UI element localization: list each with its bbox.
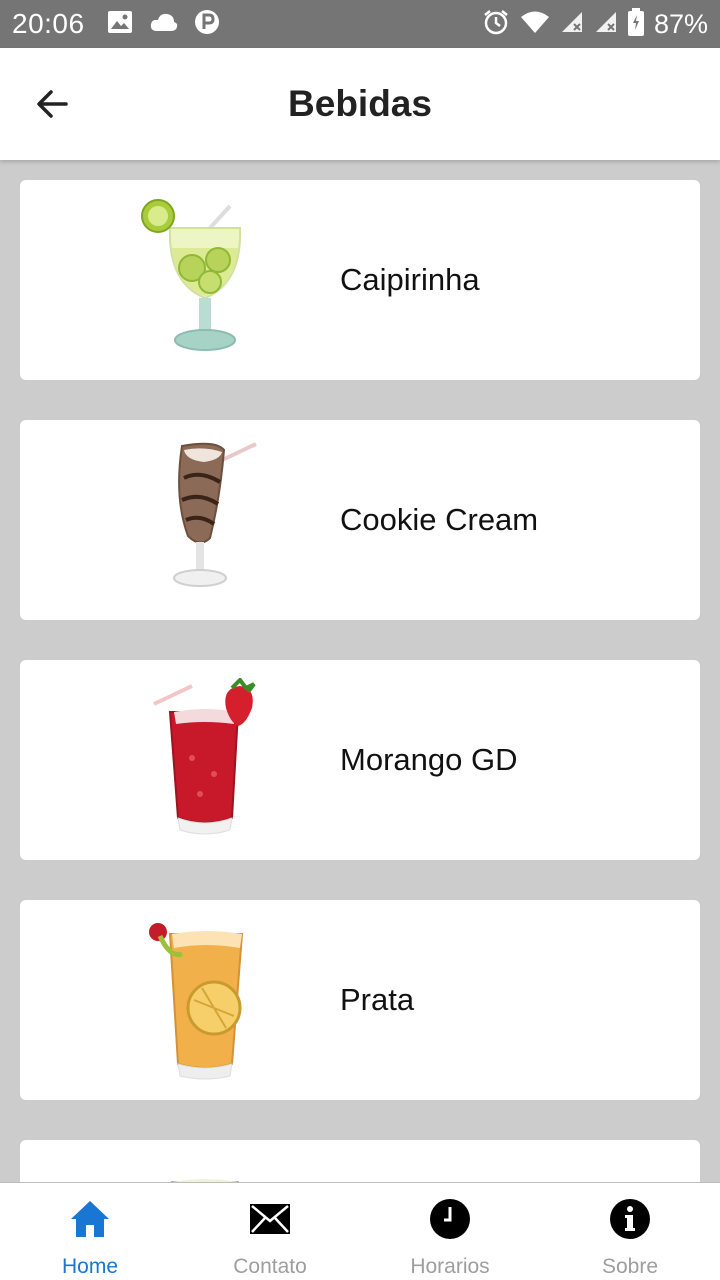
drink-card-partial[interactable] xyxy=(20,1140,700,1182)
status-right: 87% xyxy=(482,7,708,41)
nav-item-horarios[interactable]: Horarios xyxy=(360,1183,540,1280)
cookie-cream-image xyxy=(173,442,257,587)
image-icon xyxy=(107,10,133,39)
app-bar: Bebidas xyxy=(0,48,720,160)
drink-card-morango-gd[interactable]: Morango GD xyxy=(20,660,700,860)
drink-name: Prata xyxy=(340,982,415,1017)
battery-icon xyxy=(627,7,644,41)
drinks-list[interactable]: Caipirinha Cookie Cream Morango GD Prata xyxy=(0,160,720,1182)
prata-image xyxy=(149,923,244,1080)
nav-label-horarios: Horarios xyxy=(410,1255,490,1278)
drink-name: Morango GD xyxy=(340,742,518,777)
notification-icons xyxy=(107,9,219,40)
drink-card-caipirinha[interactable]: Caipirinha xyxy=(20,180,700,380)
clock-icon xyxy=(428,1197,472,1241)
nav-label-contato: Contato xyxy=(233,1255,307,1278)
info-icon xyxy=(608,1197,652,1241)
nav-item-contato[interactable]: Contato xyxy=(180,1183,360,1280)
caipirinha-image xyxy=(141,199,242,351)
nav-label-sobre: Sobre xyxy=(601,1255,659,1278)
signal-icon xyxy=(594,10,618,39)
status-time: 20:06 xyxy=(12,8,85,39)
status-bar: 20:06 87% xyxy=(0,0,720,48)
wifi-icon xyxy=(520,10,550,39)
alarm-icon xyxy=(482,8,510,41)
drink-card-cookie-cream[interactable]: Cookie Cream xyxy=(20,420,700,620)
nav-item-home[interactable]: Home xyxy=(0,1183,180,1280)
home-icon xyxy=(68,1197,112,1241)
page-title: Bebidas xyxy=(288,83,432,124)
arrow-left-icon xyxy=(37,90,68,118)
nav-item-sobre[interactable]: Sobre xyxy=(540,1183,720,1280)
signal-icon xyxy=(560,10,584,39)
drink-card-prata[interactable]: Prata xyxy=(20,900,700,1100)
nav-label-home: Home xyxy=(61,1255,119,1278)
drink-name: Cookie Cream xyxy=(340,502,539,537)
drink-image-partial xyxy=(170,1179,240,1182)
morango-gd-image xyxy=(153,678,256,835)
p-icon xyxy=(194,9,219,40)
drink-name: Caipirinha xyxy=(340,262,480,297)
bottom-navigation: Home Contato Horarios Sobre xyxy=(0,1182,720,1280)
mail-icon xyxy=(248,1197,292,1241)
cloud-icon xyxy=(149,11,179,38)
back-button[interactable] xyxy=(24,76,80,132)
battery-percent: 87% xyxy=(653,8,708,39)
